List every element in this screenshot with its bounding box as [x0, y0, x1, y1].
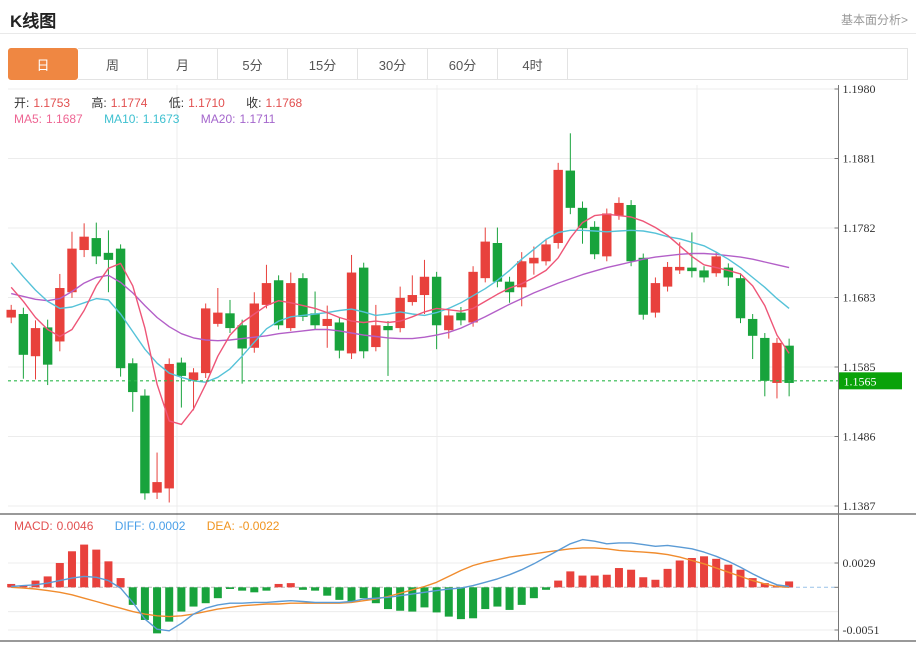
svg-text:1.1387: 1.1387	[843, 499, 876, 513]
svg-text:1.1782: 1.1782	[843, 221, 876, 235]
macd-label: MACD:	[14, 519, 53, 533]
macd-legend: MACD: 0.0046 DIFF: 0.0002 DEA: -0.0022	[14, 519, 283, 533]
svg-text:1.1683: 1.1683	[843, 291, 876, 305]
macd-value: 0.0046	[57, 519, 94, 533]
svg-text:1.1585: 1.1585	[843, 360, 876, 374]
high-value: 1.1774	[111, 96, 148, 110]
ma20-label: MA20:	[201, 112, 236, 126]
svg-text:1.1486: 1.1486	[843, 430, 876, 444]
high-label: 高:	[91, 96, 106, 110]
low-value: 1.1710	[188, 96, 225, 110]
svg-text:-0.0051: -0.0051	[843, 623, 880, 637]
dea-value: -0.0022	[239, 519, 280, 533]
ma20-value: 1.1711	[239, 112, 275, 126]
current-price-badge: 1.1565	[844, 374, 877, 388]
ma5-label: MA5:	[14, 112, 42, 126]
diff-label: DIFF:	[115, 519, 145, 533]
dea-label: DEA:	[207, 519, 235, 533]
close-label: 收:	[246, 96, 261, 110]
low-label: 低:	[169, 96, 184, 110]
ma5-value: 1.1687	[46, 112, 83, 126]
open-label: 开:	[14, 96, 29, 110]
svg-text:1.1980: 1.1980	[843, 82, 876, 96]
ma10-value: 1.1673	[143, 112, 180, 126]
diff-value: 0.0002	[149, 519, 186, 533]
close-value: 1.1768	[266, 96, 303, 110]
ma10-label: MA10:	[104, 112, 139, 126]
open-value: 1.1753	[33, 96, 70, 110]
svg-text:0.0029: 0.0029	[843, 556, 876, 570]
ma-legend: MA5: 1.1687 MA10: 1.1673 MA20:1.1711	[14, 112, 279, 126]
svg-text:1.1881: 1.1881	[843, 152, 876, 166]
ohlc-legend: 开: 1.1753 高: 1.1774 低: 1.1710 收: 1.1768	[14, 94, 306, 111]
